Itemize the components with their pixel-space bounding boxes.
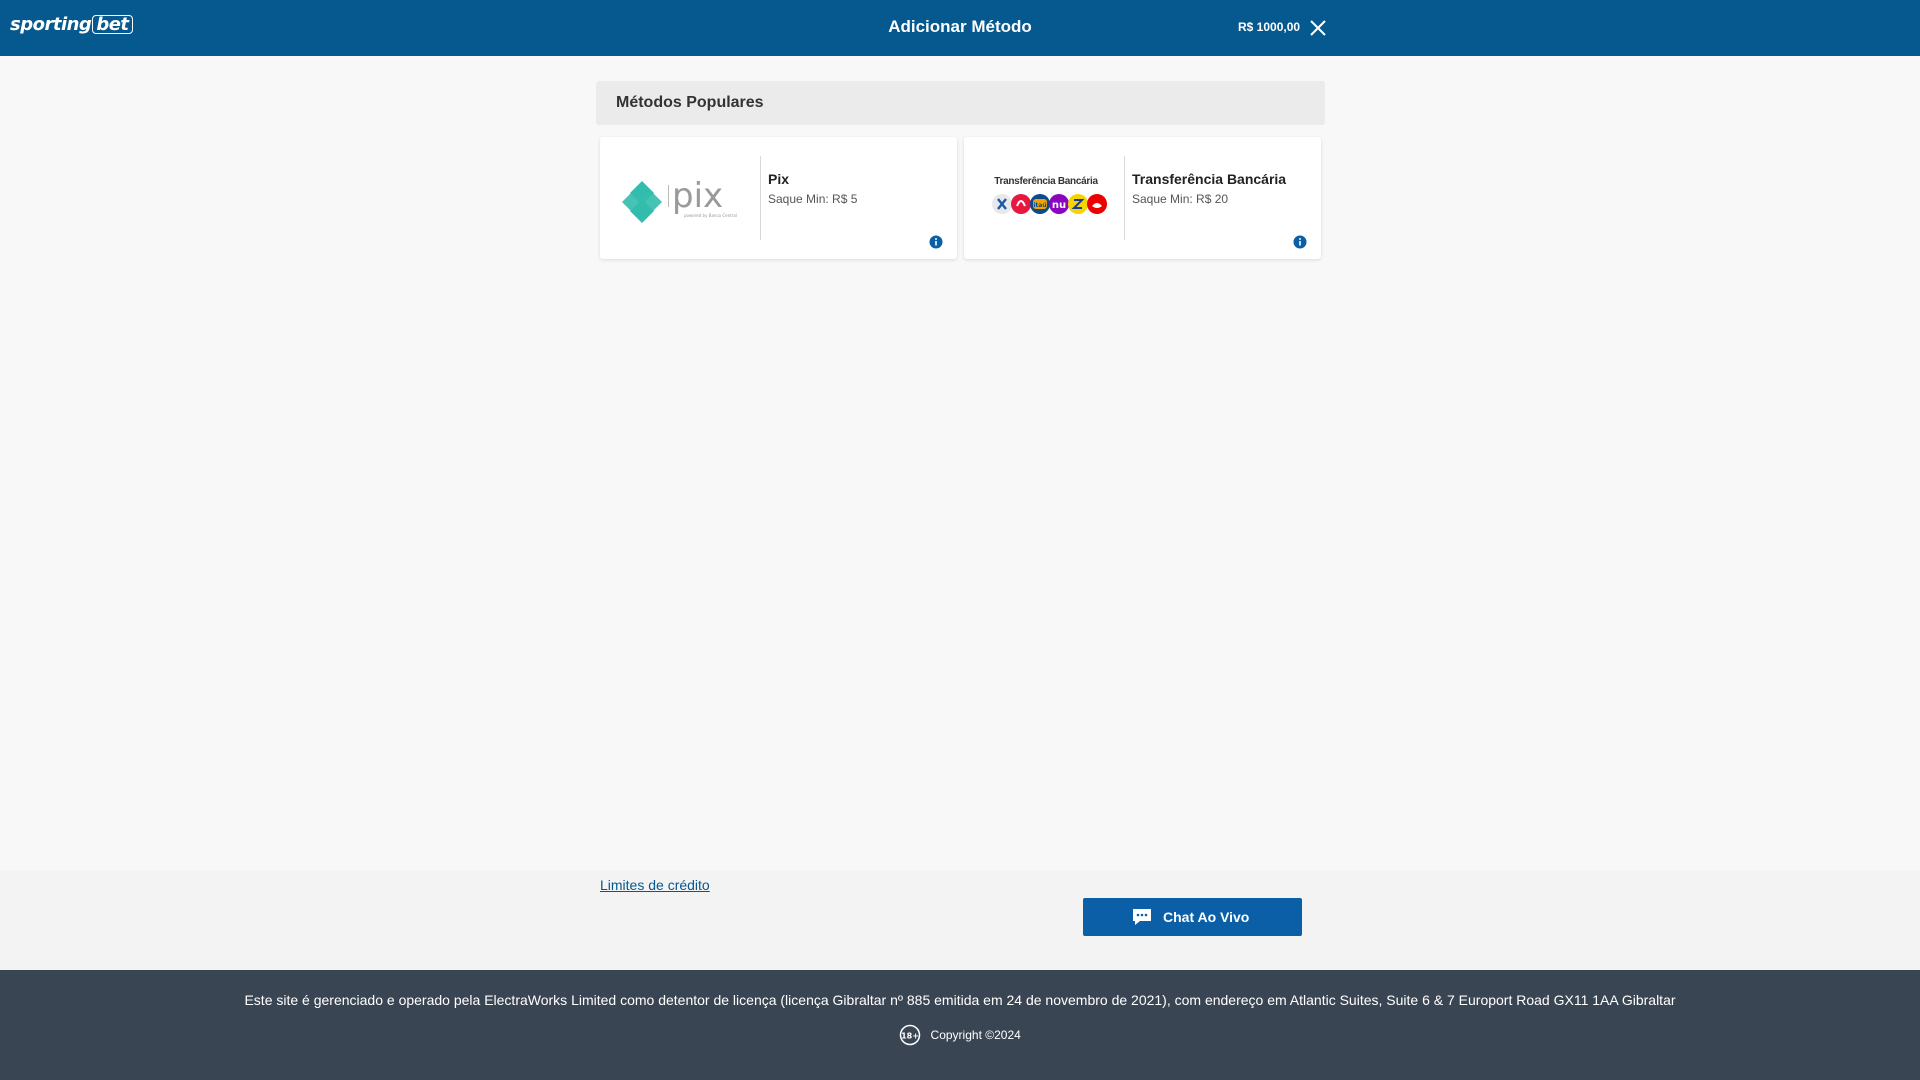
chat-bubble-icon (1133, 909, 1151, 925)
license-text: Este site é gerenciado e operado pela El… (244, 992, 1676, 1008)
card-divider (1124, 156, 1125, 240)
method-name: Pix (768, 171, 790, 187)
info-icon[interactable] (1293, 235, 1307, 249)
pix-logo: pix powered by Banco Central (612, 157, 752, 239)
chat-button-label: Chat Ao Vivo (1163, 909, 1250, 925)
pix-diamond-icon (622, 181, 662, 223)
bank-logos-icon: itaú nu (992, 194, 1107, 214)
top-header: sporting bet Adicionar Método R$ 1000,00 (0, 0, 1920, 56)
svg-text:itaú: itaú (1033, 202, 1046, 209)
page-title: Adicionar Método (888, 17, 1032, 36)
card-divider (760, 156, 761, 240)
footer-actions (0, 870, 1920, 970)
section-title: Métodos Populares (616, 94, 764, 111)
close-button[interactable] (1308, 18, 1328, 38)
age-restriction-18-icon: 18+ (899, 1024, 921, 1046)
balance-amount: R$ 1000,00 (1238, 20, 1301, 34)
live-chat-button[interactable]: Chat Ao Vivo (1083, 898, 1302, 936)
bank-transfer-logo: Transferência Bancária itaú nu (976, 157, 1116, 239)
copyright-row: 18+ Copyright ©2024 (0, 1024, 1920, 1046)
credit-limits-link[interactable]: Limites de crédito (600, 877, 710, 893)
svg-text:powered by Banco Central: powered by Banco Central (684, 213, 737, 218)
popular-methods-header: Métodos Populares (596, 81, 1325, 125)
close-icon (1310, 20, 1326, 36)
method-min-withdrawal: Saque Min: R$ 5 (768, 192, 858, 206)
payment-method-bank-transfer[interactable]: Transferência Bancária itaú nu Transferê… (964, 137, 1321, 259)
svg-text:nu: nu (1052, 200, 1066, 211)
copyright-year: ©2024 (985, 1028, 1021, 1042)
pix-wordmark: pix (672, 176, 723, 216)
info-icon[interactable] (929, 235, 943, 249)
copyright-label: Copyright (930, 1028, 982, 1042)
method-name: Transferência Bancária (1132, 171, 1287, 187)
payment-method-pix[interactable]: pix powered by Banco Central Pix Saque M… (600, 137, 957, 259)
method-min-withdrawal: Saque Min: R$ 20 (1132, 192, 1229, 206)
legal-footer: Este site é gerenciado e operado pela El… (0, 970, 1920, 1080)
svg-text:18+: 18+ (901, 1032, 919, 1041)
bank-logo-title: Transferência Bancária (994, 176, 1098, 187)
